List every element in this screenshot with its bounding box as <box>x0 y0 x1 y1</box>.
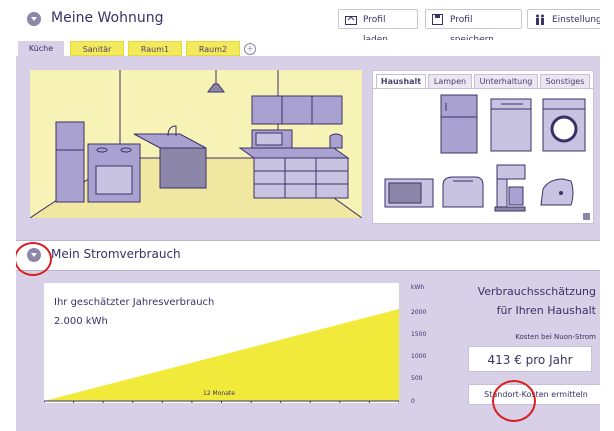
washing-machine-icon[interactable] <box>542 98 586 152</box>
tab-raum1[interactable]: Raum1 <box>128 41 182 56</box>
y-tick-500: 500 <box>411 375 423 382</box>
tab-sonstiges[interactable]: Sonstiges <box>540 74 590 88</box>
collapse-icon[interactable] <box>27 12 41 26</box>
chart-value: 2.000 kWh <box>54 316 108 327</box>
estimate-title-line1: Verbrauchsschätzung <box>477 285 596 298</box>
app-header: Meine Wohnung Profil laden Profil speich… <box>16 0 600 45</box>
appliance-grid <box>384 94 586 212</box>
dishwasher-icon[interactable] <box>490 98 532 152</box>
appliance-panel: Haushalt Lampen Unterhaltung Sonstiges <box>372 70 594 224</box>
add-room-button[interactable]: + <box>244 43 256 55</box>
estimate-title: Verbrauchsschätzung für Ihren Haushalt <box>448 282 596 320</box>
kitchen-illustration <box>29 70 363 219</box>
tab-haushalt[interactable]: Haushalt <box>376 74 426 88</box>
page-title: Meine Wohnung <box>51 10 164 26</box>
load-profile-button[interactable]: Profil laden <box>338 9 418 45</box>
folder-upload-icon <box>345 16 357 25</box>
room-tabs: Küche Sanitär Raum1 Raum2 + <box>16 40 600 56</box>
highlight-circle-icon <box>492 380 536 422</box>
y-axis-unit: kWh <box>411 284 425 291</box>
section-title: Mein Stromverbrauch <box>51 247 181 261</box>
estimate-title-line2: für Ihren Haushalt <box>496 304 596 317</box>
settings-button[interactable]: Einstellungen <box>527 9 600 29</box>
coffee-maker-icon[interactable] <box>494 164 526 212</box>
y-tick-1000: 1000 <box>411 353 427 360</box>
toaster-icon[interactable] <box>442 176 484 208</box>
disk-icon <box>432 14 443 25</box>
microwave-icon[interactable] <box>384 178 434 208</box>
app-frame: Meine Wohnung Profil laden Profil speich… <box>16 0 600 431</box>
chart-title: Ihr geschätzter Jahresverbrauch <box>54 297 215 308</box>
people-icon <box>536 14 544 25</box>
annual-cost-value: 413 € pro Jahr <box>468 346 592 372</box>
fridge-icon[interactable] <box>440 94 478 154</box>
kitchen-scene <box>29 70 363 219</box>
tab-raum2[interactable]: Raum2 <box>186 41 240 56</box>
y-tick-0: 0 <box>411 398 415 405</box>
iron-icon[interactable] <box>540 178 574 206</box>
cost-label: Kosten bei Nuon-Strom <box>515 333 596 341</box>
save-profile-button[interactable]: Profil speichern <box>425 9 522 45</box>
tab-kueche[interactable]: Küche <box>18 41 64 56</box>
tab-lampen[interactable]: Lampen <box>428 74 472 88</box>
consumption-section-header: Mein Stromverbrauch <box>16 240 600 271</box>
scroll-down-button[interactable] <box>583 213 590 220</box>
y-tick-1500: 1500 <box>411 331 427 338</box>
settings-label: Einstellungen <box>552 15 600 25</box>
tab-unterhaltung[interactable]: Unterhaltung <box>474 74 538 88</box>
x-axis-label: 12 Monate <box>203 390 235 397</box>
tab-sanitaer[interactable]: Sanitär <box>70 41 124 56</box>
y-tick-2000: 2000 <box>411 309 427 316</box>
